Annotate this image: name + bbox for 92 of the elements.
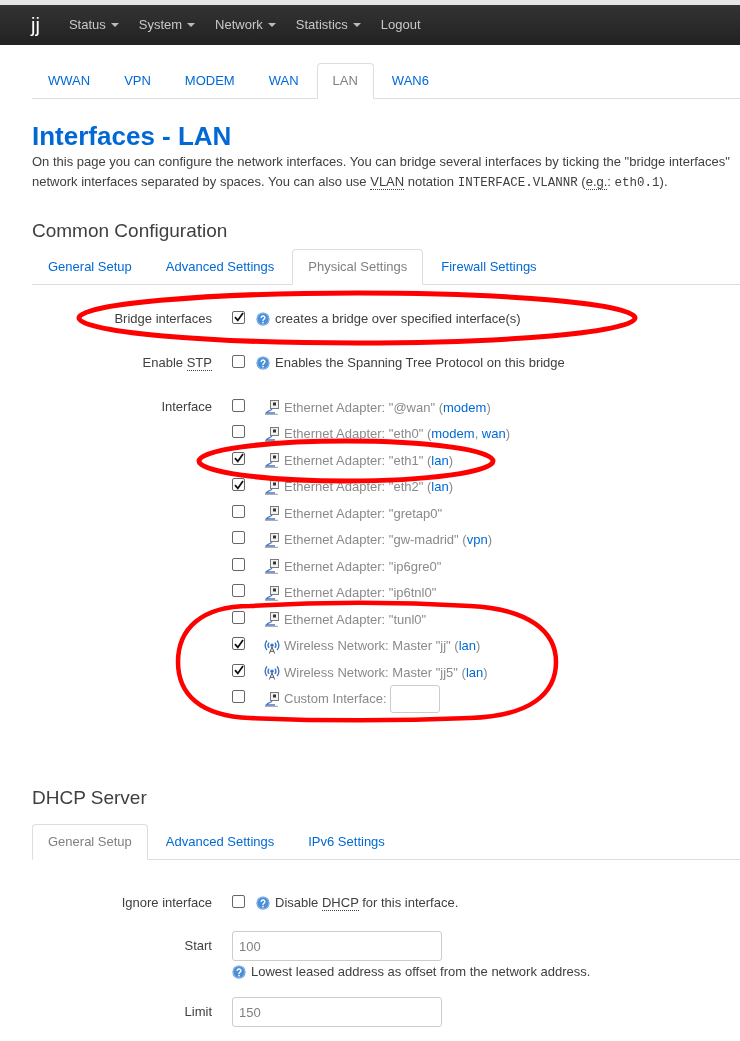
network-adapter-icon (264, 531, 280, 548)
network-adapter-icon (264, 611, 280, 628)
checkbox[interactable] (232, 451, 245, 465)
interface-option-label: Ethernet Adapter: "ip6tnl0" (284, 584, 437, 602)
interface-option-label: Ethernet Adapter: "gw-madrid" (vpn) (284, 531, 492, 549)
tab[interactable]: Firewall Settings (425, 249, 553, 285)
network-adapter-icon (264, 425, 280, 442)
checkbox[interactable] (232, 584, 245, 598)
interface-link[interactable]: modem (431, 426, 475, 441)
wireless-antenna-icon (264, 637, 280, 654)
help-text: Enables the Spanning Tree Protocol on this bridge (275, 354, 565, 373)
tab[interactable]: Advanced Settings (149, 249, 291, 285)
interface-option-label: Ethernet Adapter: "@wan" (modem) (284, 398, 491, 417)
interface-option-label: Ethernet Adapter: "eth0" (modem, wan) (284, 425, 511, 443)
interface-link[interactable]: lan (431, 479, 449, 494)
interface-link[interactable]: vpn (466, 532, 488, 547)
tab[interactable]: WAN6 (375, 63, 445, 99)
network-adapter-icon (264, 478, 280, 495)
section-heading: Common Configuration (32, 219, 229, 243)
interface-link[interactable]: lan (458, 638, 476, 653)
interface-link[interactable]: lan (431, 452, 449, 468)
network-adapter-icon (264, 558, 280, 575)
checkbox[interactable] (232, 894, 245, 908)
checkbox[interactable] (232, 310, 245, 324)
tab[interactable]: General Setup (32, 249, 148, 285)
field-label: Ignore interface (121, 894, 212, 912)
tab[interactable]: WWAN (32, 63, 107, 99)
checkbox[interactable] (232, 557, 245, 571)
tab[interactable]: General Setup (32, 824, 148, 860)
nav-menu-item[interactable]: Status (58, 5, 129, 45)
text-input[interactable]: 100 (232, 931, 442, 961)
network-adapter-icon (264, 452, 280, 469)
tab[interactable]: VPN (108, 63, 167, 99)
help-icon (256, 356, 270, 370)
nav-menu-item[interactable]: Logout (370, 5, 431, 45)
interface-option-label: Ethernet Adapter: "eth1" (lan) (284, 451, 453, 470)
checkbox[interactable] (232, 531, 245, 545)
field-label: Limit (184, 1003, 212, 1021)
checkbox[interactable] (232, 398, 245, 412)
page-title: Interfaces - LAN (32, 121, 233, 151)
network-adapter-icon (264, 584, 280, 601)
checkmark-icon (233, 479, 244, 490)
help-text: creates a bridge over specified interface(s) (275, 310, 521, 329)
interface-link[interactable]: modem (443, 399, 487, 415)
checkbox[interactable] (232, 663, 245, 677)
tab[interactable]: Advanced Settings (149, 824, 291, 860)
network-adapter-icon (264, 399, 280, 416)
help-icon (232, 965, 246, 979)
network-adapter-icon (264, 505, 280, 522)
checkbox[interactable] (232, 354, 245, 368)
network-adapter-icon (264, 690, 280, 707)
field-label: Start (184, 937, 212, 955)
nav-menu-item[interactable]: System (128, 5, 206, 45)
interface-link[interactable]: lan (465, 664, 484, 680)
wireless-antenna-icon (264, 664, 280, 681)
tab[interactable]: WAN (252, 63, 315, 99)
help-text: Disable DHCP for this interface. (275, 894, 459, 913)
text-input[interactable]: 150 (232, 997, 442, 1027)
interface-option-label: Ethernet Adapter: "gretap0" (284, 504, 443, 523)
checkbox[interactable] (232, 637, 245, 651)
nav-menu-item[interactable]: Statistics (285, 5, 371, 45)
field-label: Enable STP (142, 354, 212, 372)
interface-link[interactable]: wan (481, 426, 506, 441)
interface-option-label: Ethernet Adapter: "eth2" (lan) (284, 478, 453, 496)
field-label: Bridge interfaces (114, 310, 212, 328)
interface-option-label: Wireless Network: Master "jj" (lan) (284, 637, 481, 655)
interface-option-label: Ethernet Adapter: "tunl0" (284, 610, 427, 629)
interface-option-label: Ethernet Adapter: "ip6gre0" (284, 557, 442, 576)
checkmark-icon (233, 638, 244, 649)
section-heading: DHCP Server (32, 786, 148, 810)
nav-menu-item[interactable]: Network (205, 5, 286, 45)
tab[interactable]: IPv6 Settings (292, 824, 401, 860)
tab[interactable]: LAN (316, 63, 374, 99)
page-description: On this page you can configure the network interfaces. You can bridge several interfaces by ticking the "bridge interfaces" network interfaces separated by spaces. You can also use VLAN notation INTERFACE.VLANNR (e.g.: eth0.1). (32, 153, 731, 192)
interface-option-label: Custom Interface: (284, 690, 387, 708)
checkbox[interactable] (232, 425, 245, 439)
help-icon (256, 896, 270, 910)
interface-option-label: Wireless Network: Master "jj5" (lan) (284, 663, 488, 682)
checkbox[interactable] (232, 690, 245, 704)
checkbox[interactable] (232, 478, 245, 492)
checkmark-icon (233, 453, 244, 464)
help-text: Lowest leased address as offset from the network address. (251, 963, 591, 982)
help-icon (256, 312, 270, 326)
custom-interface-input[interactable] (389, 684, 440, 713)
checkmark-icon (233, 312, 244, 322)
tab[interactable]: MODEM (168, 63, 251, 99)
checkmark-icon (233, 665, 244, 676)
checkbox[interactable] (232, 610, 245, 624)
tab[interactable]: Physical Settings (292, 249, 424, 285)
field-label: Interface (161, 398, 212, 416)
checkbox[interactable] (232, 504, 245, 518)
brand-name[interactable]: jj (31, 15, 40, 35)
